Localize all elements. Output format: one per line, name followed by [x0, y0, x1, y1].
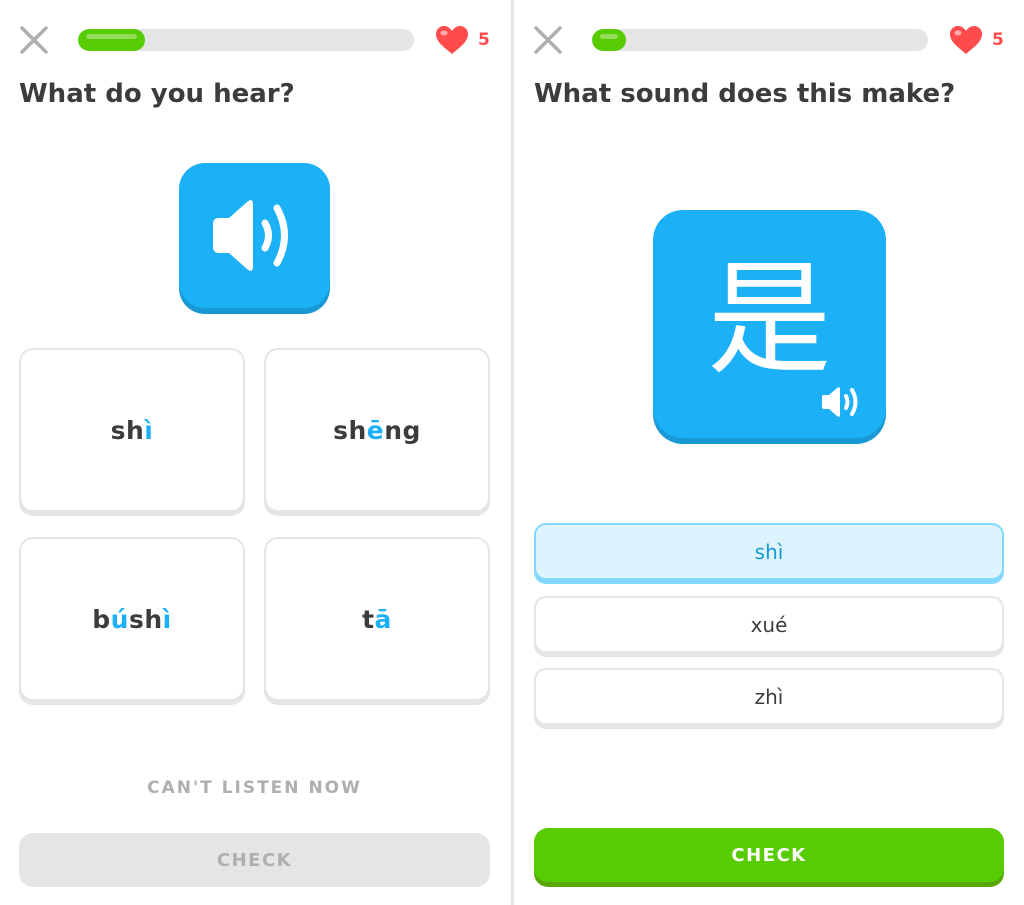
- close-button[interactable]: [18, 24, 50, 56]
- choice-text: sh: [333, 415, 367, 445]
- check-button[interactable]: CHECK: [19, 833, 490, 887]
- answer-option[interactable]: zhì: [534, 668, 1004, 725]
- listen-exercise-screen: 5 What do you hear? shì shēng búshì tā C…: [0, 0, 511, 905]
- chinese-character: 是: [707, 248, 832, 392]
- hearts-count: 5: [992, 30, 1004, 50]
- character-exercise-screen: 5 What sound does this make? 是 shì xué z…: [514, 0, 1024, 905]
- answer-option[interactable]: xué: [534, 596, 1004, 653]
- choice-text: sh: [110, 415, 145, 445]
- heart-icon: [950, 26, 982, 54]
- speaker-icon: [822, 387, 858, 417]
- answer-option[interactable]: shì: [534, 523, 1004, 580]
- question-title: What sound does this make?: [534, 79, 956, 109]
- choice-text-tone: ē: [366, 415, 385, 445]
- progress-bar: [592, 29, 928, 51]
- choice-card[interactable]: shì: [19, 348, 245, 512]
- question-title: What do you hear?: [19, 79, 295, 109]
- choice-text: ng: [384, 415, 421, 445]
- choice-text: sh: [128, 604, 163, 634]
- choice-card[interactable]: búshì: [19, 537, 245, 701]
- heart-icon: [436, 26, 468, 54]
- choice-text: t: [362, 604, 375, 634]
- choice-text-tone: ú: [110, 604, 129, 634]
- progress-bar: [78, 29, 414, 51]
- choice-text: b: [92, 604, 111, 634]
- play-audio-button[interactable]: [179, 163, 330, 308]
- cant-listen-now-button[interactable]: CAN'T LISTEN NOW: [19, 778, 490, 798]
- progress-fill: [78, 29, 146, 51]
- close-icon: [20, 26, 48, 54]
- speaker-icon: [213, 200, 288, 271]
- choice-card[interactable]: tā: [264, 537, 490, 701]
- choice-card[interactable]: shēng: [264, 348, 490, 512]
- hearts-count: 5: [478, 30, 490, 50]
- character-audio-button[interactable]: 是: [653, 210, 886, 438]
- close-icon: [534, 26, 562, 54]
- close-button[interactable]: [532, 24, 564, 56]
- choice-text-tone: ì: [162, 604, 172, 634]
- check-button[interactable]: CHECK: [534, 828, 1004, 882]
- choice-text-tone: ì: [144, 415, 154, 445]
- choice-text-tone: ā: [374, 604, 392, 634]
- progress-fill: [592, 29, 626, 51]
